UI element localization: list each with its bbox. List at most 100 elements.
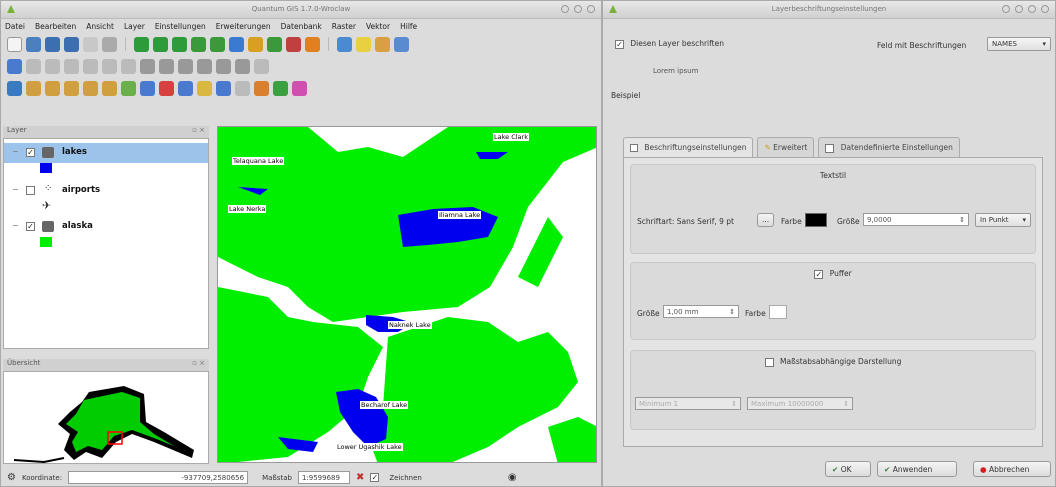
undo-icon[interactable]	[140, 58, 155, 74]
menu-hilfe[interactable]: Hilfe	[400, 22, 417, 31]
minimize-button[interactable]	[1015, 5, 1023, 13]
font-size-spinbox[interactable]: 9,0000 ⇕	[863, 213, 969, 226]
scale-visibility-checkbox[interactable]	[764, 357, 774, 367]
help-icon[interactable]	[337, 36, 352, 52]
tab-data-defined[interactable]: Datendefinierte Einstellungen	[818, 137, 960, 157]
field-combo[interactable]: NAMES ▾	[987, 37, 1051, 51]
save-as-icon[interactable]	[64, 36, 79, 52]
add-wms-icon[interactable]	[267, 36, 282, 52]
label-layer-checkbox[interactable]: ✓	[615, 39, 624, 49]
new-project-icon[interactable]	[7, 36, 22, 52]
overview-map[interactable]	[3, 371, 209, 464]
zoom-in-icon[interactable]	[153, 36, 168, 52]
layer-visibility-checkbox[interactable]: ✓	[26, 148, 35, 157]
max-scale-spinbox[interactable]: Maximum 10000000 ⇕	[747, 397, 853, 410]
move-feature-icon[interactable]	[102, 58, 117, 74]
menu-layer[interactable]: Layer	[124, 22, 145, 31]
cancel-button[interactable]: ● Abbrechen	[973, 461, 1051, 477]
menu-einstellungen[interactable]: Einstellungen	[155, 22, 206, 31]
paste-icon[interactable]	[216, 58, 231, 74]
close-button[interactable]	[587, 5, 595, 13]
render-checkbox[interactable]: ✓	[370, 473, 380, 482]
layer-visibility-checkbox[interactable]	[26, 186, 35, 195]
zoom-next-icon[interactable]	[102, 80, 117, 96]
ok-button[interactable]: ✔ OK	[825, 461, 871, 477]
menu-datenbank[interactable]: Datenbank	[281, 22, 322, 31]
cut-icon[interactable]	[178, 58, 193, 74]
zoom-full-icon[interactable]	[26, 80, 41, 96]
menu-erweiterungen[interactable]: Erweiterungen	[216, 22, 271, 31]
identify-icon[interactable]	[254, 58, 269, 74]
layer-row-lakes[interactable]: − ✓ lakes	[4, 143, 208, 163]
open-project-icon[interactable]	[26, 36, 41, 52]
menu-datei[interactable]: Datei	[5, 22, 25, 31]
add-postgis-icon[interactable]	[229, 36, 244, 52]
capture-point-icon[interactable]	[45, 58, 60, 74]
edit-icon[interactable]	[292, 80, 307, 96]
map-tips-icon[interactable]	[178, 80, 193, 96]
redo-icon[interactable]	[159, 58, 174, 74]
buffer-checkbox[interactable]: ✓	[814, 269, 824, 279]
labeling-icon[interactable]	[254, 80, 269, 96]
layer-row-airports[interactable]: − ⁘ airports	[4, 181, 208, 201]
menu-vektor[interactable]: Vektor	[366, 22, 390, 31]
capture-polygon-icon[interactable]	[83, 58, 98, 74]
measure-icon[interactable]	[159, 80, 174, 96]
buffer-size-spinbox[interactable]: 1,00 mm ⇕	[663, 305, 739, 318]
add-delimited-icon[interactable]	[305, 36, 320, 52]
map-canvas[interactable]: Lake Clark Telaquana Lake Lake Nerka Ili…	[217, 126, 597, 463]
maximize-button[interactable]	[574, 5, 582, 13]
panel-close-icon[interactable]: ▫ ×	[192, 126, 205, 134]
zoom-selection-icon[interactable]	[64, 80, 79, 96]
coordinate-field[interactable]: -937709,2580656	[68, 471, 249, 484]
label-tool-icon[interactable]	[216, 80, 231, 96]
apply-button[interactable]: ✔ Anwenden	[877, 461, 957, 477]
print-icon[interactable]	[102, 36, 117, 52]
zoom-last-icon[interactable]	[83, 80, 98, 96]
save-project-icon[interactable]	[45, 36, 60, 52]
add-vector-icon[interactable]	[191, 36, 206, 52]
pan-icon[interactable]	[134, 36, 149, 52]
add-spatialite-icon[interactable]	[248, 36, 263, 52]
tab-advanced[interactable]: ✎ Erweitert	[757, 137, 815, 157]
whats-this-icon[interactable]	[356, 36, 371, 52]
stop-render-icon[interactable]: ✖	[356, 472, 364, 483]
collapse-icon[interactable]: −	[12, 185, 19, 194]
annotation-icon[interactable]	[235, 80, 250, 96]
collapse-icon[interactable]: −	[12, 221, 19, 230]
collapse-icon[interactable]: −	[12, 147, 19, 156]
add-wfs-icon[interactable]	[286, 36, 301, 52]
copy-icon[interactable]	[197, 58, 212, 74]
menu-raster[interactable]: Raster	[332, 22, 356, 31]
maximize-button[interactable]	[1028, 5, 1036, 13]
add-raster-icon[interactable]	[210, 36, 225, 52]
scale-field[interactable]: 1:9599689	[297, 471, 350, 484]
help-button[interactable]	[1002, 5, 1010, 13]
refresh-icon[interactable]	[7, 80, 22, 96]
identify-features-icon[interactable]	[140, 80, 155, 96]
min-scale-spinbox[interactable]: Minimum 1 ⇕	[635, 397, 741, 410]
close-button[interactable]	[1041, 5, 1049, 13]
plugin-icon[interactable]	[375, 36, 390, 52]
tab-label-settings[interactable]: Beschriftungseinstellungen	[623, 137, 754, 157]
layer-visibility-checkbox[interactable]: ✓	[26, 222, 35, 231]
font-button[interactable]: ...	[757, 213, 775, 227]
print-composer-icon[interactable]	[83, 36, 98, 52]
bookmark-icon[interactable]	[197, 80, 212, 96]
font-color-swatch[interactable]	[805, 213, 827, 227]
delete-icon[interactable]	[235, 58, 250, 74]
node-tool-icon[interactable]	[121, 58, 136, 74]
capture-line-icon[interactable]	[64, 58, 79, 74]
font-unit-combo[interactable]: In Punkt ▾	[975, 213, 1031, 227]
buffer-color-swatch[interactable]	[769, 305, 787, 319]
table-icon[interactable]	[394, 36, 409, 52]
zoom-layer-icon[interactable]	[45, 80, 60, 96]
toggle-edit-icon[interactable]	[7, 58, 22, 74]
panel-close-icon[interactable]: ▫ ×	[192, 359, 205, 367]
save-edits-icon[interactable]	[26, 58, 41, 74]
minimize-button[interactable]	[561, 5, 569, 13]
zoom-out-icon[interactable]	[172, 36, 187, 52]
zoom-native-icon[interactable]	[121, 80, 136, 96]
layer-row-alaska[interactable]: − ✓ alaska	[4, 217, 208, 237]
menu-ansicht[interactable]: Ansicht	[86, 22, 114, 31]
